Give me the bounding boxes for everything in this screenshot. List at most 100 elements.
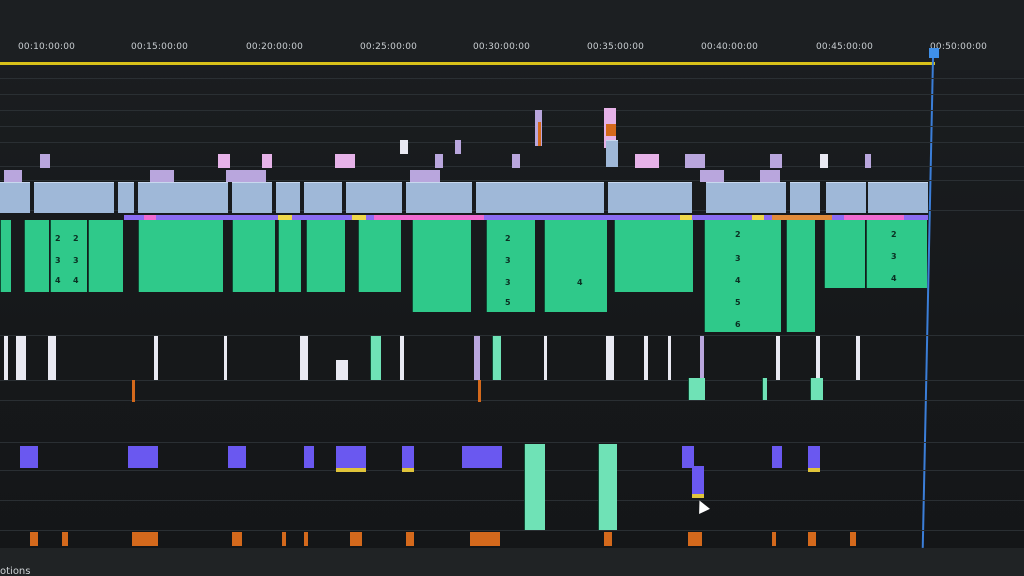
- stripe-clip[interactable]: [16, 336, 26, 380]
- title-clip[interactable]: [435, 154, 443, 168]
- title-clip[interactable]: [635, 154, 659, 168]
- audio-clip[interactable]: 2 3 4: [866, 220, 927, 288]
- audio-clip[interactable]: 4: [544, 220, 607, 312]
- marker-clip[interactable]: [688, 532, 702, 546]
- graphic-clip[interactable]: [128, 446, 158, 468]
- title-clip[interactable]: [400, 140, 408, 154]
- graphic-clip[interactable]: [682, 446, 694, 468]
- audio-clip[interactable]: [614, 220, 693, 292]
- marker-clip[interactable]: [304, 532, 308, 546]
- stripe-clip[interactable]: [4, 336, 8, 380]
- stripe-clip[interactable]: [474, 336, 480, 380]
- stripe-clip[interactable]: [856, 336, 860, 380]
- audio-clip[interactable]: [138, 220, 223, 292]
- stripe-clip[interactable]: [816, 336, 820, 380]
- audio-clip[interactable]: 2 3 3 5: [486, 220, 535, 312]
- graphic-clip[interactable]: [336, 446, 366, 472]
- video-clip[interactable]: [790, 182, 820, 213]
- title-clip[interactable]: [455, 140, 461, 154]
- graphic-clip[interactable]: [402, 446, 414, 472]
- stripe-clip[interactable]: [544, 336, 547, 380]
- marker-clip[interactable]: [470, 532, 500, 546]
- stripe-clip[interactable]: [776, 336, 780, 380]
- title-clip[interactable]: [4, 170, 22, 182]
- audio-clip[interactable]: [306, 220, 345, 292]
- time-ruler[interactable]: 00:10:00:00 00:15:00:00 00:20:00:00 00:2…: [0, 0, 1024, 70]
- title-clip[interactable]: [512, 154, 520, 168]
- audio-clip[interactable]: [762, 378, 767, 400]
- video-clip[interactable]: [826, 182, 866, 213]
- audio-clip[interactable]: [88, 220, 123, 292]
- audio-clip[interactable]: [524, 444, 545, 530]
- audio-clip[interactable]: [358, 220, 401, 292]
- title-clip[interactable]: [538, 122, 541, 146]
- marker-clip[interactable]: [282, 532, 286, 546]
- marker-clip[interactable]: [30, 532, 38, 546]
- work-area-bar[interactable]: [0, 62, 935, 65]
- title-clip[interactable]: [700, 170, 724, 182]
- marker-clip[interactable]: [132, 380, 135, 402]
- marker-clip[interactable]: [406, 532, 414, 546]
- audio-clip[interactable]: [0, 220, 11, 292]
- stripe-clip[interactable]: [606, 336, 614, 380]
- audio-clip[interactable]: [24, 220, 49, 292]
- marker-clip[interactable]: [232, 532, 242, 546]
- graphic-clip[interactable]: [772, 446, 782, 468]
- stripe-clip[interactable]: [224, 336, 227, 380]
- stripe-clip[interactable]: [668, 336, 671, 380]
- marker-clip[interactable]: [772, 532, 776, 546]
- graphic-clip[interactable]: [808, 446, 820, 472]
- audio-clip[interactable]: 2 2 3 3 4 4: [50, 220, 87, 292]
- track-area[interactable]: 2 2 3 3 4 4 2 3 3 5 4 2 3 4 5 6 2 3 4: [0, 70, 1024, 550]
- video-clip[interactable]: [0, 182, 30, 213]
- video-clip[interactable]: [276, 182, 300, 213]
- title-clip[interactable]: [820, 154, 828, 168]
- video-clip[interactable]: [232, 182, 272, 213]
- title-clip[interactable]: [218, 154, 230, 168]
- stripe-clip[interactable]: [644, 336, 648, 380]
- title-clip[interactable]: [770, 154, 782, 168]
- title-clip[interactable]: [226, 170, 266, 182]
- video-clip[interactable]: [138, 182, 228, 213]
- video-clip[interactable]: [34, 182, 114, 213]
- stripe-clip[interactable]: [370, 336, 381, 380]
- video-clip[interactable]: [606, 140, 618, 167]
- video-clip[interactable]: [608, 182, 692, 213]
- stripe-clip[interactable]: [336, 360, 348, 380]
- stripe-clip[interactable]: [300, 336, 308, 380]
- stripe-clip[interactable]: [700, 336, 704, 380]
- marker-clip[interactable]: [478, 380, 481, 402]
- audio-clip[interactable]: [598, 444, 617, 530]
- marker-clip[interactable]: [350, 532, 362, 546]
- title-clip[interactable]: [150, 170, 174, 182]
- stripe-clip[interactable]: [154, 336, 158, 380]
- graphic-clip[interactable]: [20, 446, 38, 468]
- video-clip[interactable]: [304, 182, 342, 213]
- marker-clip[interactable]: [850, 532, 856, 546]
- video-clip[interactable]: [406, 182, 472, 213]
- audio-clip[interactable]: [810, 378, 823, 400]
- video-clip[interactable]: [118, 182, 134, 213]
- video-clip[interactable]: [706, 182, 786, 213]
- graphic-clip[interactable]: [692, 466, 704, 498]
- title-clip[interactable]: [865, 154, 871, 168]
- audio-clip[interactable]: 2 3 4 5 6: [704, 220, 781, 332]
- title-clip[interactable]: [685, 154, 705, 168]
- stripe-clip[interactable]: [400, 336, 404, 380]
- audio-clip[interactable]: [688, 378, 705, 400]
- title-clip[interactable]: [410, 170, 440, 182]
- audio-clip[interactable]: [232, 220, 275, 292]
- marker-clip[interactable]: [62, 532, 68, 546]
- video-clip[interactable]: [868, 182, 928, 213]
- audio-clip[interactable]: [824, 220, 865, 288]
- audio-clip[interactable]: [786, 220, 815, 332]
- stripe-clip[interactable]: [492, 336, 501, 380]
- graphic-clip[interactable]: [228, 446, 246, 468]
- title-clip[interactable]: [606, 124, 616, 136]
- title-clip[interactable]: [262, 154, 272, 168]
- marker-clip[interactable]: [132, 532, 158, 546]
- playhead-handle[interactable]: [929, 48, 939, 58]
- video-clip[interactable]: [346, 182, 402, 213]
- graphic-clip[interactable]: [462, 446, 502, 468]
- graphic-clip[interactable]: [304, 446, 314, 468]
